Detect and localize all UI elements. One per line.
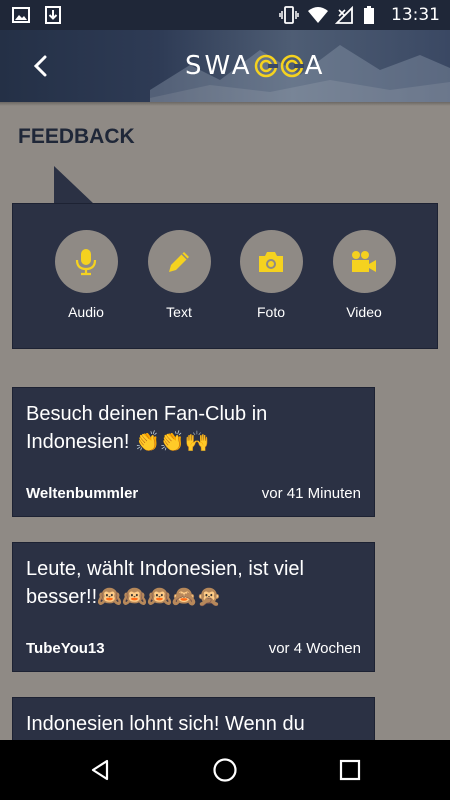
- wifi-icon: [307, 6, 328, 24]
- feedback-audio-label: Audio: [68, 304, 104, 320]
- clock: 13:31: [391, 5, 440, 25]
- feedback-foto-circle[interactable]: [239, 230, 303, 293]
- logo-g-ring-icon: [280, 54, 304, 78]
- logo-text-left: SWA: [185, 51, 253, 81]
- microphone-icon: [75, 248, 97, 275]
- chevron-left-icon: [33, 55, 47, 77]
- feedback-foto-button[interactable]: Foto: [231, 230, 311, 320]
- feedback-audio-circle[interactable]: [54, 230, 118, 293]
- battery-icon: [363, 6, 381, 24]
- logo-text-right: A: [304, 51, 326, 81]
- pencil-icon: [169, 251, 189, 272]
- recents-square-icon: [339, 759, 361, 781]
- feedback-panel: Audio Text Foto Video: [12, 203, 438, 349]
- feedback-video-label: Video: [346, 304, 382, 320]
- nav-home-button[interactable]: [210, 755, 240, 785]
- feedback-text-circle[interactable]: [147, 230, 211, 293]
- post-emoji: 🙉🙉🙉🙈🙊: [97, 584, 222, 608]
- camera-icon: [259, 251, 283, 272]
- navigation-bar: [0, 740, 450, 800]
- post-time: vor 41 Minuten: [261, 485, 361, 502]
- post-card[interactable]: Besuch deinen Fan-Club in Indonesien! 👏👏…: [12, 387, 375, 517]
- feedback-text-label: Text: [166, 304, 192, 320]
- nav-back-button[interactable]: [85, 755, 115, 785]
- post-card[interactable]: Leute, wählt Indonesien, ist viel besser…: [12, 542, 375, 672]
- feedback-pointer: [54, 166, 94, 204]
- feedback-audio-button[interactable]: Audio: [46, 230, 126, 320]
- swagga-logo: SWA A: [185, 48, 325, 84]
- header-shadow: [0, 102, 450, 106]
- vibrate-icon: [279, 6, 299, 24]
- post-time: vor 4 Wochen: [268, 640, 361, 657]
- post-author: Weltenbummler: [26, 485, 139, 502]
- post-text: Indonesien lohnt sich! Wenn du: [26, 713, 305, 735]
- feedback-foto-label: Foto: [256, 304, 285, 320]
- post-author: TubeYou13: [26, 640, 105, 657]
- download-icon: [44, 6, 62, 24]
- nav-recents-button[interactable]: [335, 755, 365, 785]
- back-button[interactable]: [24, 50, 56, 82]
- back-triangle-icon: [91, 759, 109, 781]
- post-text: Besuch deinen Fan-Club in Indonesien! 👏👏…: [26, 403, 268, 453]
- status-bar: 13:31: [0, 0, 450, 30]
- post-emoji: 👏👏🙌: [134, 429, 210, 453]
- home-circle-icon: [213, 758, 237, 782]
- app-header: SWA A: [0, 30, 450, 102]
- feedback-video-circle[interactable]: [332, 230, 396, 293]
- feedback-title: FEEDBACK: [18, 125, 135, 148]
- image-icon: [12, 6, 30, 24]
- no-signal-icon: [334, 5, 353, 24]
- feedback-video-button[interactable]: Video: [324, 230, 404, 320]
- video-camera-icon: [352, 250, 376, 272]
- post-text: Leute, wählt Indonesien, ist viel besser…: [26, 558, 304, 608]
- feedback-text-button[interactable]: Text: [139, 230, 219, 320]
- logo-g-ring-icon: [254, 54, 278, 78]
